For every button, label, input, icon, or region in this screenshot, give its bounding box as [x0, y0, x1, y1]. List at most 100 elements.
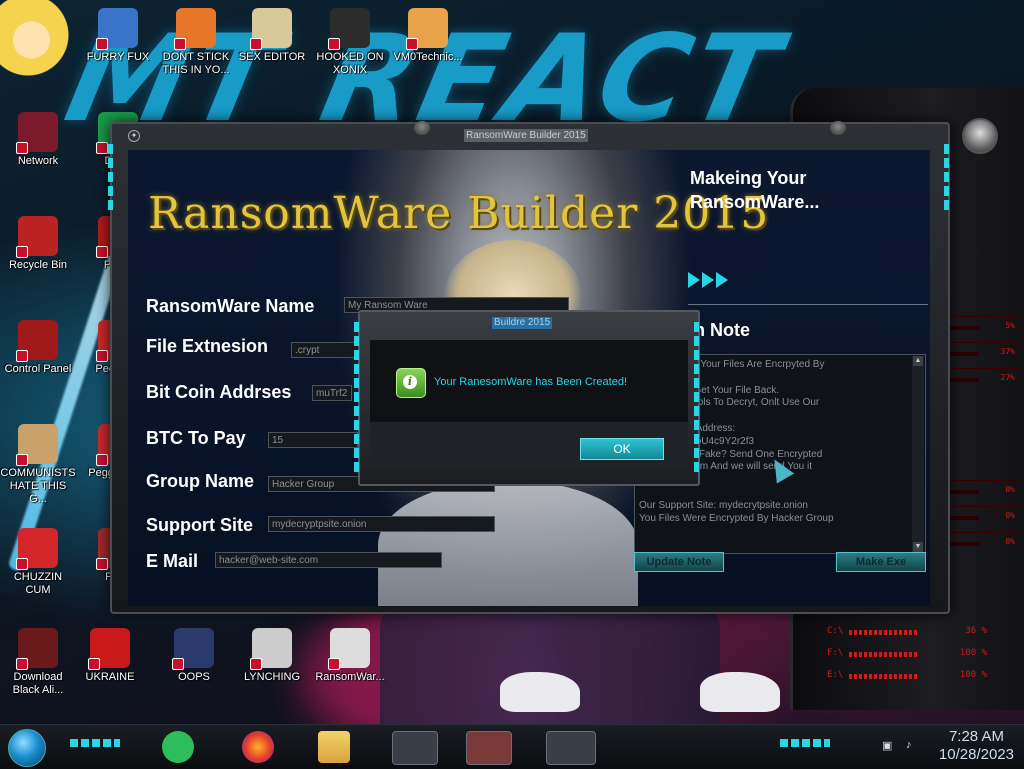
desktop-app-icon — [16, 528, 58, 570]
gadget-percent: 0% — [1005, 537, 1015, 546]
dialog-message: Your RanesomWare has Been Created! — [434, 376, 628, 388]
gadget-percent: 5% — [1005, 321, 1015, 330]
taskbar-app-photo[interactable] — [466, 731, 512, 765]
gadget-drive-f: F:\ 100 % — [827, 648, 987, 658]
spotify-icon[interactable] — [162, 731, 194, 763]
support-site-label: Support Site — [146, 515, 253, 535]
file-explorer-icon[interactable] — [318, 731, 350, 763]
window-side-strip — [944, 144, 949, 214]
shortcut-arrow-icon — [250, 38, 262, 50]
shortcut-arrow-icon — [16, 142, 28, 154]
start-button[interactable] — [8, 729, 46, 767]
dialog-side-strip — [354, 322, 359, 472]
shortcut-arrow-icon — [250, 658, 262, 670]
bitcoin-address-input[interactable]: muTrf2 — [312, 385, 352, 401]
desktop-icon-label: COMMUNISTS HATE THIS G... — [0, 467, 76, 505]
desktop-app-icon — [406, 8, 448, 50]
shortcut-arrow-icon — [96, 558, 108, 570]
desktop-app-icon — [16, 424, 58, 466]
wallpaper-shoe — [700, 672, 780, 712]
desktop-icon[interactable]: OOPS — [156, 628, 232, 684]
desktop-icon-label: Recycle Bin — [8, 259, 68, 271]
system-clock[interactable]: 7:28 AM 10/28/2023 — [939, 728, 1014, 764]
taskbar: ▣ ♪ 7:28 AM 10/28/2023 — [0, 724, 1024, 769]
shortcut-arrow-icon — [328, 658, 340, 670]
shortcut-arrow-icon — [96, 350, 108, 362]
gadget-percent: 0% — [1005, 511, 1015, 520]
support-site-input[interactable]: mydecryptpsite.onion — [268, 516, 495, 532]
taskbar-app-window[interactable] — [392, 731, 438, 765]
desktop-icon[interactable]: CHUZZIN CUM — [0, 528, 76, 597]
taskbar-decoration — [70, 739, 120, 747]
desktop-app-icon — [16, 628, 58, 670]
desktop-app-icon — [328, 628, 370, 670]
desktop-icon[interactable]: VM0Technic... — [390, 8, 466, 64]
desktop-icon[interactable]: COMMUNISTS HATE THIS G... — [0, 424, 76, 506]
hacker-laptop-image — [378, 480, 638, 606]
gadget-percent: 0% — [1005, 485, 1015, 494]
make-exe-button[interactable]: Make Exe — [836, 552, 926, 572]
desktop-app-icon — [16, 216, 58, 258]
divider — [688, 304, 928, 305]
ok-button[interactable]: OK — [580, 438, 664, 460]
shortcut-arrow-icon — [172, 658, 184, 670]
file-extension-label: File Extnesion — [146, 336, 269, 356]
desktop-app-icon — [88, 628, 130, 670]
shortcut-arrow-icon — [16, 558, 28, 570]
shortcut-arrow-icon — [328, 38, 340, 50]
window-title: RansomWare Builder 2015 — [464, 129, 588, 142]
volume-tray-icon[interactable]: ♪ — [906, 739, 920, 753]
desktop-icon[interactable]: Control Panel — [0, 320, 76, 376]
desktop-icon[interactable]: DONT STICK THIS IN YO... — [158, 8, 234, 77]
desktop-icon-label: SEX EDITOR — [238, 51, 306, 63]
taskbar-ransomware-builder[interactable] — [546, 731, 596, 765]
desktop-icon-label: Download Black Ali... — [12, 671, 64, 696]
scroll-down-icon[interactable]: ▼ — [913, 542, 923, 552]
file-extension-input[interactable]: .crypt — [291, 342, 361, 358]
alienware-logo-icon — [962, 118, 998, 154]
shortcut-arrow-icon — [16, 454, 28, 466]
ransom-note-scrollbar[interactable]: ▲ ▼ — [912, 356, 924, 552]
email-input[interactable]: hacker@web-site.com — [215, 552, 442, 568]
desktop-app-icon — [250, 8, 292, 50]
window-deco-button — [830, 121, 846, 135]
wallpaper-cartoon — [0, 0, 70, 100]
update-note-button[interactable]: Update Note — [634, 552, 724, 572]
network-tray-icon[interactable]: ▣ — [882, 739, 896, 753]
shortcut-arrow-icon — [406, 38, 418, 50]
shortcut-arrow-icon — [96, 246, 108, 258]
desktop-icon[interactable]: SEX EDITOR — [234, 8, 310, 64]
desktop-app-icon — [174, 8, 216, 50]
desktop-icon[interactable]: UKRAINE — [72, 628, 148, 684]
window-menu-icon[interactable]: ✦ — [128, 130, 140, 142]
desktop-icon-label: UKRAINE — [85, 671, 135, 683]
dialog-title: Buildre 2015 — [492, 317, 553, 329]
desktop-icon[interactable]: RansomWar... — [312, 628, 388, 684]
desktop-icon[interactable]: HOOKED ON XONIX — [312, 8, 388, 77]
info-icon: i — [396, 368, 426, 398]
shortcut-arrow-icon — [96, 454, 108, 466]
desktop-icon-label: FURRY FUX — [86, 51, 150, 63]
shortcut-arrow-icon — [16, 658, 28, 670]
desktop-icon[interactable]: Network — [0, 112, 76, 168]
app-title: RansomWare Builder 2015 — [148, 188, 770, 239]
desktop-icon[interactable]: FURRY FUX — [80, 8, 156, 64]
desktop-icon[interactable]: Recycle Bin — [0, 216, 76, 272]
firefox-icon[interactable] — [242, 731, 274, 763]
desktop-icon[interactable]: Download Black Ali... — [0, 628, 76, 697]
dialog-body: i Your RanesomWare has Been Created! OK — [370, 340, 688, 468]
desktop-icon-label: Control Panel — [4, 363, 72, 375]
progress-arrows-icon — [688, 272, 748, 292]
dialog-side-strip — [694, 322, 699, 472]
shortcut-arrow-icon — [88, 658, 100, 670]
window-deco-button — [414, 121, 430, 135]
status-heading: Makeing Your RansomWare... — [690, 168, 820, 212]
desktop-icon[interactable]: LYNCHING — [234, 628, 310, 684]
desktop-icon-label: OOPS — [178, 671, 210, 683]
clock-time: 7:28 AM — [948, 728, 1004, 745]
btc-to-pay-input[interactable]: 15 — [268, 432, 358, 448]
desktop-app-icon — [16, 320, 58, 362]
desktop-app-icon — [328, 8, 370, 50]
gadget-percent: 37% — [1000, 347, 1015, 356]
scroll-up-icon[interactable]: ▲ — [913, 356, 923, 366]
